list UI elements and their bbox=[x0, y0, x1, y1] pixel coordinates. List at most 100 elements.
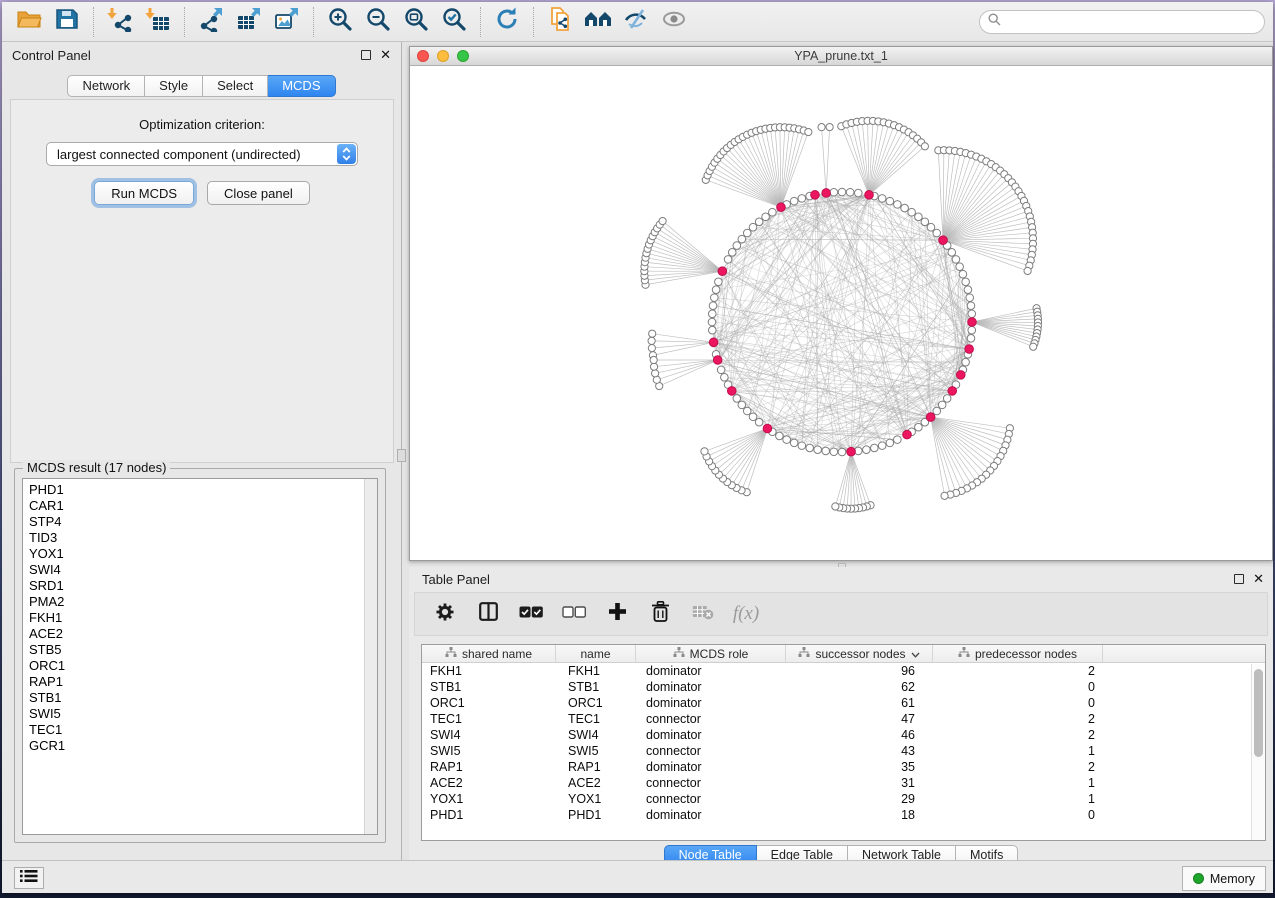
zoom-fit-button[interactable] bbox=[397, 6, 435, 38]
mcds-node-item[interactable]: TID3 bbox=[23, 530, 377, 546]
column-header-successor-nodes[interactable]: successor nodes bbox=[786, 645, 933, 662]
mcds-tab-content: Optimization criterion: largest connecte… bbox=[10, 99, 394, 463]
column-header-MCDS-role[interactable]: MCDS role bbox=[636, 645, 786, 662]
table-cell: RAP1 bbox=[556, 760, 636, 774]
table-cell: 2 bbox=[933, 760, 1103, 774]
deselect-all-rows-button[interactable] bbox=[562, 602, 586, 626]
table-cell: 62 bbox=[786, 680, 933, 694]
mcds-node-item[interactable]: FKH1 bbox=[23, 610, 377, 626]
tab-network[interactable]: Network bbox=[67, 75, 145, 97]
create-column-button[interactable] bbox=[605, 602, 629, 626]
search-field[interactable] bbox=[979, 10, 1265, 34]
table-row[interactable]: TEC1TEC1connector472 bbox=[422, 711, 1265, 727]
export-image-button[interactable] bbox=[268, 6, 306, 38]
network-canvas[interactable] bbox=[410, 66, 1272, 560]
column-header-name[interactable]: name bbox=[556, 645, 636, 662]
table-cell: 1 bbox=[933, 776, 1103, 790]
toolbar-separator bbox=[313, 7, 314, 37]
show-columns-button[interactable] bbox=[476, 602, 500, 626]
select-all-rows-button[interactable] bbox=[519, 602, 543, 626]
table-row[interactable]: SWI4SWI4dominator462 bbox=[422, 727, 1265, 743]
table-body[interactable]: FKH1FKH1dominator962STB1STB1dominator620… bbox=[422, 663, 1265, 823]
table-cell: 43 bbox=[786, 744, 933, 758]
column-header-predecessor-nodes[interactable]: predecessor nodes bbox=[933, 645, 1103, 662]
hierarchy-icon bbox=[445, 647, 457, 661]
delete-table-icon bbox=[692, 604, 714, 625]
table-cell: 61 bbox=[786, 696, 933, 710]
close-table-panel-icon[interactable]: ✕ bbox=[1253, 574, 1264, 584]
import-table-button[interactable] bbox=[139, 6, 177, 38]
run-mcds-button[interactable]: Run MCDS bbox=[94, 181, 194, 205]
mcds-node-item[interactable]: GCR1 bbox=[23, 738, 377, 754]
save-session-button[interactable] bbox=[48, 6, 86, 38]
status-bar: Memory bbox=[2, 860, 1273, 893]
table-row[interactable]: ORC1ORC1dominator610 bbox=[422, 695, 1265, 711]
mcds-node-item[interactable]: STB1 bbox=[23, 690, 377, 706]
clone-network-button[interactable] bbox=[541, 6, 579, 38]
table-row[interactable]: SWI5SWI5connector431 bbox=[422, 743, 1265, 759]
zoom-selected-button[interactable] bbox=[435, 6, 473, 38]
tab-mcds[interactable]: MCDS bbox=[268, 75, 335, 97]
zoom-out-button[interactable] bbox=[359, 6, 397, 38]
hierarchy-icon bbox=[958, 647, 970, 661]
delete-column-button[interactable] bbox=[648, 602, 672, 626]
mcds-result-list[interactable]: PHD1CAR1STP4TID3YOX1SWI4SRD1PMA2FKH1ACE2… bbox=[22, 478, 378, 835]
network-window-titlebar[interactable]: YPA_prune.txt_1 bbox=[410, 47, 1272, 66]
table-cell: SWI5 bbox=[422, 744, 556, 758]
tab-style[interactable]: Style bbox=[145, 75, 203, 97]
mcds-node-item[interactable]: RAP1 bbox=[23, 674, 377, 690]
first-neighbors-button[interactable] bbox=[579, 6, 617, 38]
table-row[interactable]: YOX1YOX1connector291 bbox=[422, 791, 1265, 807]
mcds-node-item[interactable]: SWI5 bbox=[23, 706, 377, 722]
zoom-in-button[interactable] bbox=[321, 6, 359, 38]
plus-icon bbox=[608, 602, 627, 626]
task-history-button[interactable] bbox=[14, 867, 44, 889]
mcds-node-item[interactable]: TEC1 bbox=[23, 722, 377, 738]
table-cell: dominator bbox=[636, 728, 786, 742]
close-panel-icon[interactable]: ✕ bbox=[380, 50, 391, 60]
refresh-icon bbox=[494, 6, 520, 37]
close-panel-button[interactable]: Close panel bbox=[207, 181, 310, 205]
memory-button[interactable]: Memory bbox=[1182, 866, 1266, 891]
table-row[interactable]: STB1STB1dominator620 bbox=[422, 679, 1265, 695]
export-table-button[interactable] bbox=[230, 6, 268, 38]
import-network-button[interactable] bbox=[101, 6, 139, 38]
table-cell: SWI4 bbox=[422, 728, 556, 742]
mcds-node-item[interactable]: PMA2 bbox=[23, 594, 377, 610]
show-all-button[interactable] bbox=[655, 6, 693, 38]
table-row[interactable]: FKH1FKH1dominator962 bbox=[422, 663, 1265, 679]
table-cell: 2 bbox=[933, 728, 1103, 742]
mcds-node-item[interactable]: STB5 bbox=[23, 642, 377, 658]
export-network-button[interactable] bbox=[192, 6, 230, 38]
mcds-node-item[interactable]: YOX1 bbox=[23, 546, 377, 562]
toolbar-separator bbox=[533, 7, 534, 37]
table-scrollbar[interactable] bbox=[1251, 664, 1265, 840]
table-scrollbar-thumb[interactable] bbox=[1254, 669, 1263, 757]
mcds-node-item[interactable]: ORC1 bbox=[23, 658, 377, 674]
sort-desc-icon bbox=[911, 647, 920, 661]
table-row[interactable]: RAP1RAP1dominator352 bbox=[422, 759, 1265, 775]
floppy-disk-icon bbox=[54, 6, 80, 37]
float-table-panel-icon[interactable] bbox=[1234, 574, 1244, 584]
table-row[interactable]: ACE2ACE2connector311 bbox=[422, 775, 1265, 791]
mcds-node-item[interactable]: ACE2 bbox=[23, 626, 377, 642]
mcds-node-item[interactable]: STP4 bbox=[23, 514, 377, 530]
search-input[interactable] bbox=[1006, 15, 1246, 29]
mcds-node-item[interactable]: PHD1 bbox=[23, 482, 377, 498]
splitter-handle-vertical[interactable] bbox=[397, 449, 406, 462]
column-header-shared-name[interactable]: shared name bbox=[422, 645, 556, 662]
open-session-button[interactable] bbox=[10, 6, 48, 38]
mcds-node-item[interactable]: SRD1 bbox=[23, 578, 377, 594]
tab-select[interactable]: Select bbox=[203, 75, 268, 97]
result-list-scrollbar[interactable] bbox=[364, 479, 377, 834]
mcds-node-item[interactable]: CAR1 bbox=[23, 498, 377, 514]
refresh-button[interactable] bbox=[488, 6, 526, 38]
table-cell: 2 bbox=[933, 664, 1103, 678]
float-panel-icon[interactable] bbox=[361, 50, 371, 60]
table-row[interactable]: PHD1PHD1dominator180 bbox=[422, 807, 1265, 823]
optimization-criterion-select[interactable]: largest connected component (undirected) bbox=[46, 142, 358, 166]
table-settings-button[interactable] bbox=[433, 602, 457, 626]
hide-selected-button[interactable] bbox=[617, 6, 655, 38]
mcds-node-item[interactable]: SWI4 bbox=[23, 562, 377, 578]
toolbar-separator bbox=[480, 7, 481, 37]
